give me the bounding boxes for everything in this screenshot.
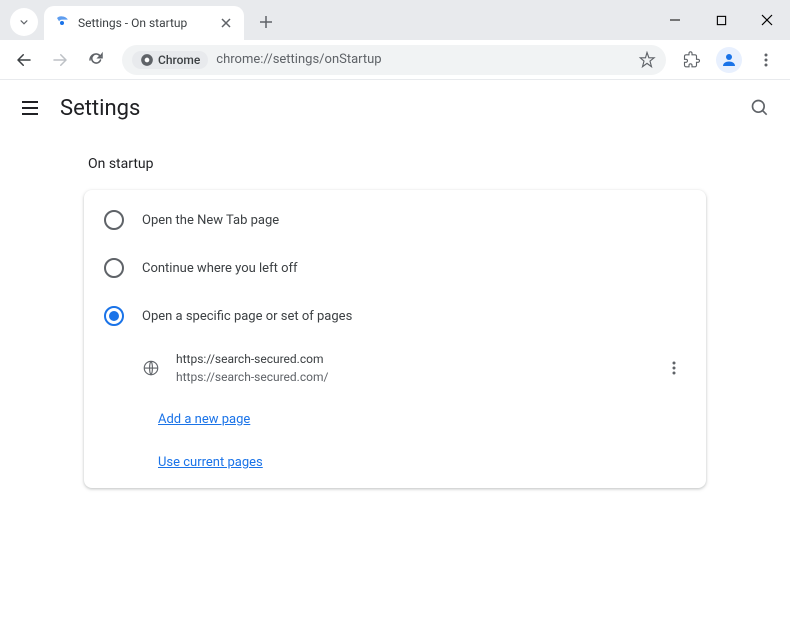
section-title: On startup [84,156,706,172]
option-new-tab[interactable]: Open the New Tab page [84,196,706,244]
minimize-button[interactable] [652,0,698,40]
page-title: https://search-secured.com [176,350,646,368]
maximize-button[interactable] [698,0,744,40]
option-specific-pages[interactable]: Open a specific page or set of pages [84,292,706,340]
more-vertical-icon [666,360,682,376]
option-label: Open a specific page or set of pages [142,309,352,324]
close-icon [761,14,773,26]
option-label: Continue where you left off [142,261,298,276]
settings-content: On startup Open the New Tab page Continu… [0,136,790,508]
chrome-chip: Chrome [132,51,208,69]
reload-button[interactable] [80,44,112,76]
extensions-button[interactable] [676,44,708,76]
tab-title: Settings - On startup [78,16,210,30]
tab-search-button[interactable] [10,8,38,36]
titlebar: Settings - On startup [0,0,790,40]
tab-favicon-icon [54,15,70,31]
forward-button[interactable] [44,44,76,76]
bookmark-button[interactable] [638,51,656,69]
browser-tab[interactable]: Settings - On startup [44,6,244,40]
startup-page-row: https://search-secured.com https://searc… [84,340,706,396]
plus-icon [259,15,273,29]
hamburger-menu-button[interactable] [20,98,40,118]
puzzle-icon [683,51,701,69]
minimize-icon [669,14,681,26]
profile-button[interactable] [716,47,742,73]
radio-icon [104,258,124,278]
maximize-icon [716,15,727,26]
page-text: https://search-secured.com https://searc… [176,350,646,386]
hamburger-icon [20,98,40,118]
add-page-link[interactable]: Add a new page [158,412,250,427]
globe-icon [142,359,160,377]
browser-toolbar: Chrome chrome://settings/onStartup [0,40,790,80]
new-tab-button[interactable] [252,8,280,36]
tab-close-button[interactable] [218,15,234,31]
search-icon [750,98,770,118]
more-vertical-icon [758,52,774,68]
settings-title: Settings [60,96,140,121]
arrow-right-icon [51,51,69,69]
address-bar[interactable]: Chrome chrome://settings/onStartup [122,45,666,75]
page-more-button[interactable] [662,356,686,380]
menu-button[interactable] [750,44,782,76]
page-url: https://search-secured.com/ [176,368,646,386]
star-icon [638,51,656,69]
person-icon [720,51,738,69]
arrow-left-icon [15,51,33,69]
close-window-button[interactable] [744,0,790,40]
close-icon [221,18,231,28]
radio-icon [104,210,124,230]
use-current-row: Use current pages [84,439,706,482]
use-current-link[interactable]: Use current pages [158,455,263,470]
radio-checked-icon [104,306,124,326]
settings-header: Settings [0,80,790,136]
startup-card: Open the New Tab page Continue where you… [84,190,706,488]
chrome-chip-label: Chrome [158,53,200,67]
reload-icon [87,51,105,69]
option-label: Open the New Tab page [142,213,279,228]
back-button[interactable] [8,44,40,76]
url-text: chrome://settings/onStartup [216,52,630,67]
settings-search-button[interactable] [750,98,770,118]
chrome-icon [140,53,154,67]
option-continue[interactable]: Continue where you left off [84,244,706,292]
window-controls [652,0,790,40]
add-page-row: Add a new page [84,396,706,439]
chevron-down-icon [17,15,31,29]
